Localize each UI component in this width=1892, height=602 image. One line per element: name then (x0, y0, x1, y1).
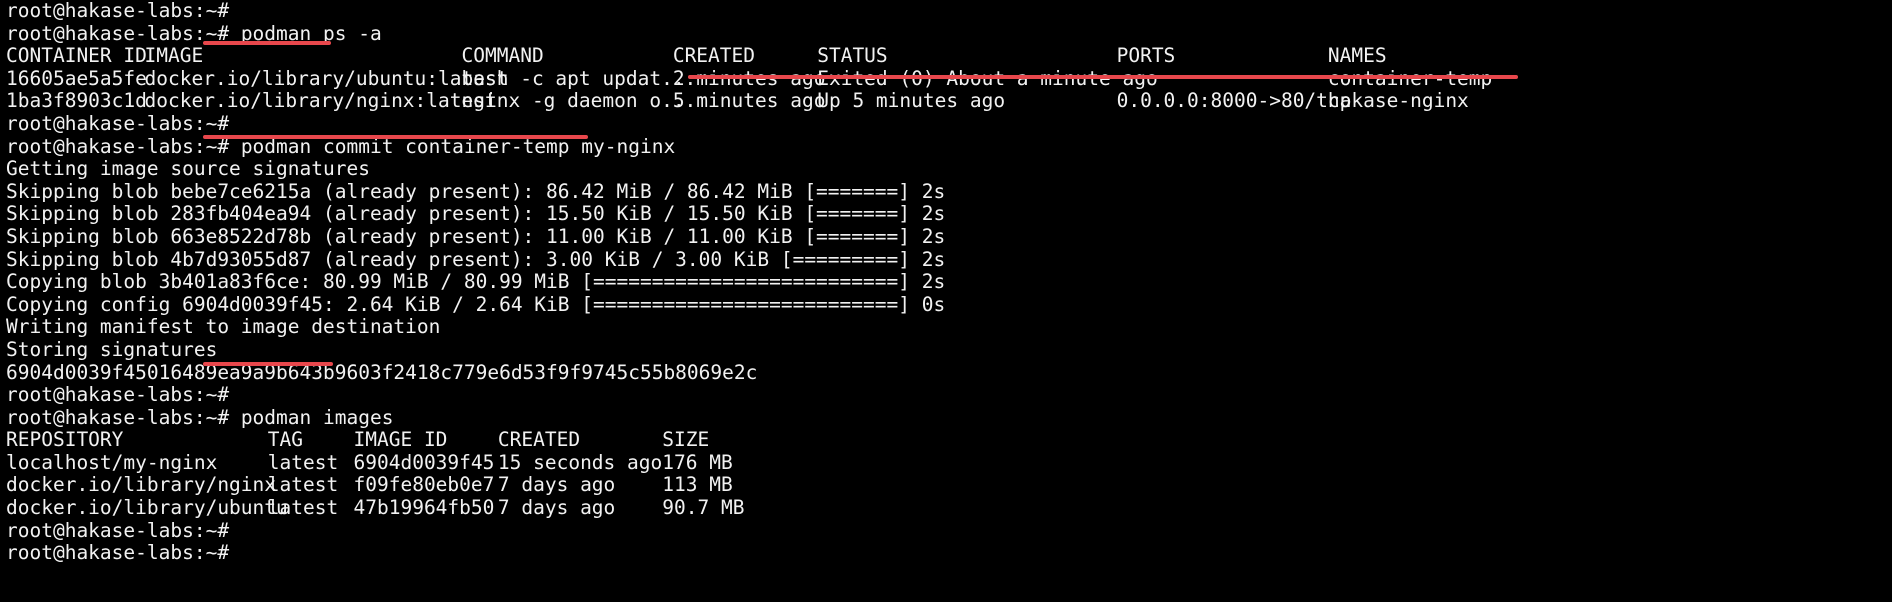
table-cell: 6904d0039f45 (353, 450, 495, 474)
prompt-line: root@hakase-labs:~# (6, 111, 945, 136)
table-cell: TAG (267, 428, 304, 452)
table-cell: container-temp (1328, 67, 1492, 91)
output-text: Storing signatures (6, 337, 218, 361)
table-cell: bash -c apt updat... (461, 66, 697, 90)
shell-prompt: root@hakase-labs:~# (6, 111, 230, 135)
output-text: Writing manifest to image destination (6, 315, 441, 339)
output-line: Copying config 6904d0039f45: 2.64 KiB / … (6, 292, 946, 317)
table-cell: 176 MB (662, 450, 733, 474)
output-text: Skipping blob 4b7d93055d87 (already pres… (6, 247, 946, 271)
table-cell: latest (267, 473, 339, 497)
output-text: Copying config 6904d0039f45: 2.64 KiB / … (6, 292, 946, 316)
images-table-row: docker.io/library/nginx latest f09fe80eb0e… (6, 474, 945, 497)
shell-prompt: root@hakase-labs:~# (6, 134, 230, 158)
prompt-line: root@hakase-labs:~# (6, 383, 945, 407)
underline-container-temp-row (688, 75, 1518, 79)
table-cell: 90.7 MB (662, 496, 745, 520)
underline-podman-images (203, 362, 333, 366)
table-cell: 7 days ago (497, 473, 616, 497)
table-cell: f09fe80eb0e7 (353, 473, 495, 497)
table-cell: docker.io/library/nginx (6, 473, 277, 497)
output-text: Getting image source signatures (6, 157, 370, 181)
output-line: Writing manifest to image destination (6, 316, 945, 339)
table-cell: IMAGE (144, 44, 204, 68)
table-cell: CREATED (672, 44, 756, 68)
output-line: Skipping blob 663e8522d78b (already pres… (6, 224, 946, 249)
table-cell: docker.io/library/nginx:latest (144, 89, 497, 113)
command-text: podman images (240, 405, 394, 429)
output-text: Skipping blob 663e8522d78b (already pres… (6, 224, 946, 248)
table-cell: CONTAINER ID (6, 44, 147, 68)
table-cell: nginx -g daemon o... (461, 89, 697, 113)
prompt-line: root@hakase-labs:~# (6, 541, 945, 565)
output-line: Skipping blob 283fb404ea94 (already pres… (6, 203, 945, 226)
shell-prompt: root@hakase-labs:~# (6, 383, 230, 407)
shell-prompt: root@hakase-labs:~# (6, 405, 230, 429)
shell-prompt: root@hakase-labs:~# (6, 0, 230, 22)
container-table-row: CONTAINER ID IMAGE COMMAND CREATED STATUS POR… (6, 44, 1387, 68)
prompt-line: root@hakase-labs:~# (6, 518, 945, 543)
table-cell: NAMES (1327, 44, 1387, 68)
table-cell: STATUS (817, 44, 888, 68)
table-cell: 47b19964fb50 (353, 496, 495, 520)
container-table-row: 1ba3f8903c1d docker.io/library/nginx:late… (6, 89, 1469, 113)
table-cell: SIZE (662, 428, 710, 452)
underline-podman-commit (203, 135, 588, 139)
prompt-line: root@hakase-labs:~# podman ps -a (6, 21, 945, 46)
table-cell: hakase-nginx (1327, 89, 1469, 113)
table-cell: 16605ae5a5fe (6, 66, 147, 90)
output-line: Copying blob 3b401a83f6ce: 80.99 MiB / 8… (6, 270, 946, 294)
table-cell: docker.io/library/ubuntu (6, 496, 288, 520)
output-line: 6904d0039f45016489ea9a9b643b9603f2418c77… (6, 360, 945, 385)
prompt-line: root@hakase-labs:~# podman images (6, 405, 945, 430)
output-text: Copying blob 3b401a83f6ce: 80.99 MiB / 8… (6, 270, 946, 294)
table-cell: COMMAND (461, 44, 544, 68)
terminal-output: root@hakase-labs:~# root@hakase-labs:~# p… (6, 0, 1492, 565)
output-line: Skipping blob bebe7ce6215a (already pres… (6, 179, 946, 204)
underline-podman-ps (203, 41, 331, 45)
output-line: Storing signatures (6, 337, 945, 362)
table-cell: 15 seconds ago (497, 450, 663, 474)
table-cell: latest (267, 496, 339, 520)
prompt-line: root@hakase-labs:~# (6, 0, 945, 23)
table-cell: docker.io/library/ubuntu:latest (144, 66, 509, 90)
table-cell: 0.0.0.0:8000->80/tcp (1116, 89, 1352, 113)
table-cell: Exited (0) About a minute ago (817, 67, 1157, 91)
output-line: Skipping blob 4b7d93055d87 (already pres… (6, 247, 946, 272)
shell-prompt: root@hakase-labs:~# (6, 21, 230, 45)
output-text: Skipping blob 283fb404ea94 (already pres… (6, 202, 946, 226)
table-cell: latest (267, 450, 339, 474)
table-cell: 5 minutes ago (672, 89, 826, 113)
table-cell: 113 MB (662, 473, 733, 497)
table-cell: CREATED (497, 428, 581, 452)
table-cell: Up 5 minutes ago (817, 89, 1006, 113)
table-cell: 2 minutes ago (672, 66, 826, 90)
images-table-row: docker.io/library/ubuntu latest 47b19964fb… (6, 496, 945, 520)
table-cell: 1ba3f8903c1d (6, 89, 147, 113)
images-table-row: localhost/my-nginx latest 6904d0039f45 15 s… (6, 450, 945, 475)
table-cell: localhost/my-nginx (6, 450, 218, 474)
terminal-window[interactable]: root@hakase-labs:~# root@hakase-labs:~# p… (0, 0, 1892, 602)
table-cell: 7 days ago (497, 496, 616, 520)
container-table-row: 16605ae5a5fe docker.io/library/ubuntu:lat… (6, 66, 1492, 91)
table-cell: IMAGE ID (353, 428, 448, 452)
table-cell: PORTS (1116, 44, 1176, 68)
output-line: Getting image source signatures (6, 157, 945, 181)
shell-prompt: root@hakase-labs:~# (6, 518, 230, 542)
table-cell: REPOSITORY (6, 428, 124, 452)
shell-prompt: root@hakase-labs:~# (6, 541, 230, 565)
output-text: Skipping blob bebe7ce6215a (already pres… (6, 179, 946, 203)
output-text: 6904d0039f45016489ea9a9b643b9603f2418c77… (6, 360, 758, 384)
images-table-row: REPOSITORY TAG IMAGE ID CREATED SIZE (6, 429, 945, 452)
